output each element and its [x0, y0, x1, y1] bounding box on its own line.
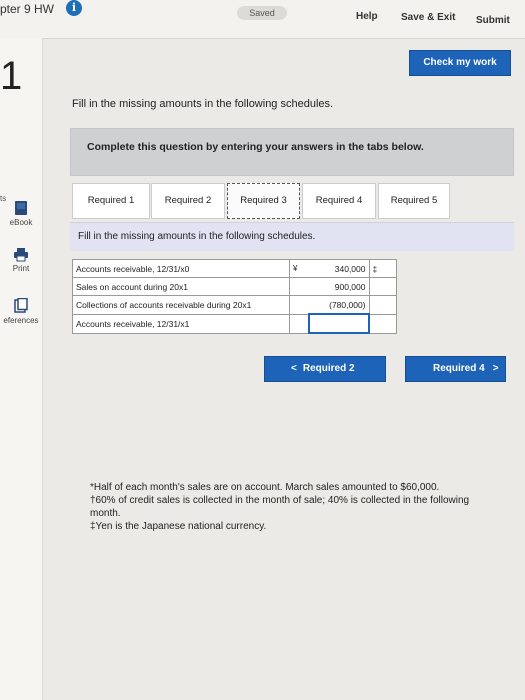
book-icon — [15, 201, 27, 215]
chevron-left-icon: < — [291, 363, 297, 374]
sidebar-references-label: eferences — [3, 316, 39, 325]
question-instruction: Fill in the missing amounts in the follo… — [72, 98, 334, 110]
table-row: Collections of accounts receivable durin… — [72, 295, 397, 315]
tab-required-1[interactable]: Required 1 — [72, 183, 150, 219]
footnote-collections: †60% of credit sales is collected in the… — [90, 495, 470, 519]
answer-input[interactable] — [308, 313, 370, 334]
tab-required-3[interactable]: Required 3 — [227, 183, 300, 219]
instruction-banner: Complete this question by entering your … — [70, 128, 514, 176]
amount-cell: 900,000 — [309, 277, 370, 296]
left-sidebar: ts eBook Print eferences — [0, 38, 43, 700]
question-number: 1 — [0, 54, 23, 98]
save-exit-link[interactable]: Save & Exit — [401, 12, 455, 23]
footnote-sales: *Half of each month's sales are on accou… — [90, 482, 440, 493]
footnote-mark — [368, 295, 397, 315]
help-link[interactable]: Help — [356, 11, 378, 22]
tab-panel-instruction: Fill in the missing amounts in the follo… — [78, 231, 316, 242]
footnote-mark — [368, 313, 397, 334]
footnotes: *Half of each month's sales are on accou… — [90, 481, 500, 533]
chevron-right-icon: > — [492, 363, 499, 374]
currency-symbol — [289, 313, 309, 334]
prev-required-button[interactable]: < Required 2 — [264, 356, 386, 382]
references-icon — [14, 298, 28, 313]
top-bar: pter 9 HW i Saved Help Save & Exit Submi… — [0, 0, 525, 39]
info-icon[interactable]: i — [66, 0, 82, 16]
sidebar-item-references[interactable]: eferences — [0, 298, 42, 325]
tab-required-5[interactable]: Required 5 — [378, 183, 450, 219]
currency-symbol — [289, 277, 309, 296]
sidebar-item-print[interactable]: Print — [0, 248, 42, 273]
check-my-work-button[interactable]: Check my work — [409, 50, 511, 76]
sidebar-item-ebook[interactable]: eBook — [0, 200, 42, 227]
tab-panel-header: Fill in the missing amounts in the follo… — [70, 222, 514, 251]
row-label: Collections of accounts receivable durin… — [72, 295, 290, 315]
sidebar-print-label: Print — [12, 264, 30, 273]
sidebar-ebook-label: eBook — [9, 218, 33, 227]
chapter-title: pter 9 HW — [0, 2, 55, 16]
table-row: Accounts receivable, 12/31/x1 — [72, 313, 397, 334]
prev-button-label: Required 2 — [302, 363, 355, 374]
printer-icon — [14, 248, 28, 262]
tab-required-4[interactable]: Required 4 — [302, 183, 376, 219]
amount-cell: (780,000) — [309, 295, 370, 315]
saved-status: Saved — [237, 6, 287, 20]
row-label: Accounts receivable, 12/31/x0 — [72, 259, 290, 278]
tab-required-2[interactable]: Required 2 — [151, 183, 225, 219]
submit-link[interactable]: Submit — [476, 15, 510, 26]
table-row: Sales on account during 20x1 900,000 — [72, 277, 397, 296]
next-button-label: Required 4 — [433, 363, 485, 374]
row-label: Sales on account during 20x1 — [72, 277, 290, 296]
footnote-mark — [368, 277, 397, 296]
footnote-mark: ‡ — [368, 259, 397, 278]
row-label: Accounts receivable, 12/31/x1 — [72, 313, 290, 334]
currency-symbol — [289, 295, 309, 315]
currency-symbol: ¥ — [289, 259, 309, 278]
table-row: Accounts receivable, 12/31/x0 ¥ 340,000 … — [72, 259, 397, 278]
next-required-button[interactable]: Required 4 > — [405, 356, 506, 382]
footnote-yen: ‡Yen is the Japanese national currency. — [90, 521, 267, 532]
amount-cell: 340,000 — [309, 259, 370, 278]
schedule-table: Accounts receivable, 12/31/x0 ¥ 340,000 … — [72, 259, 397, 334]
instruction-banner-text: Complete this question by entering your … — [87, 141, 424, 153]
